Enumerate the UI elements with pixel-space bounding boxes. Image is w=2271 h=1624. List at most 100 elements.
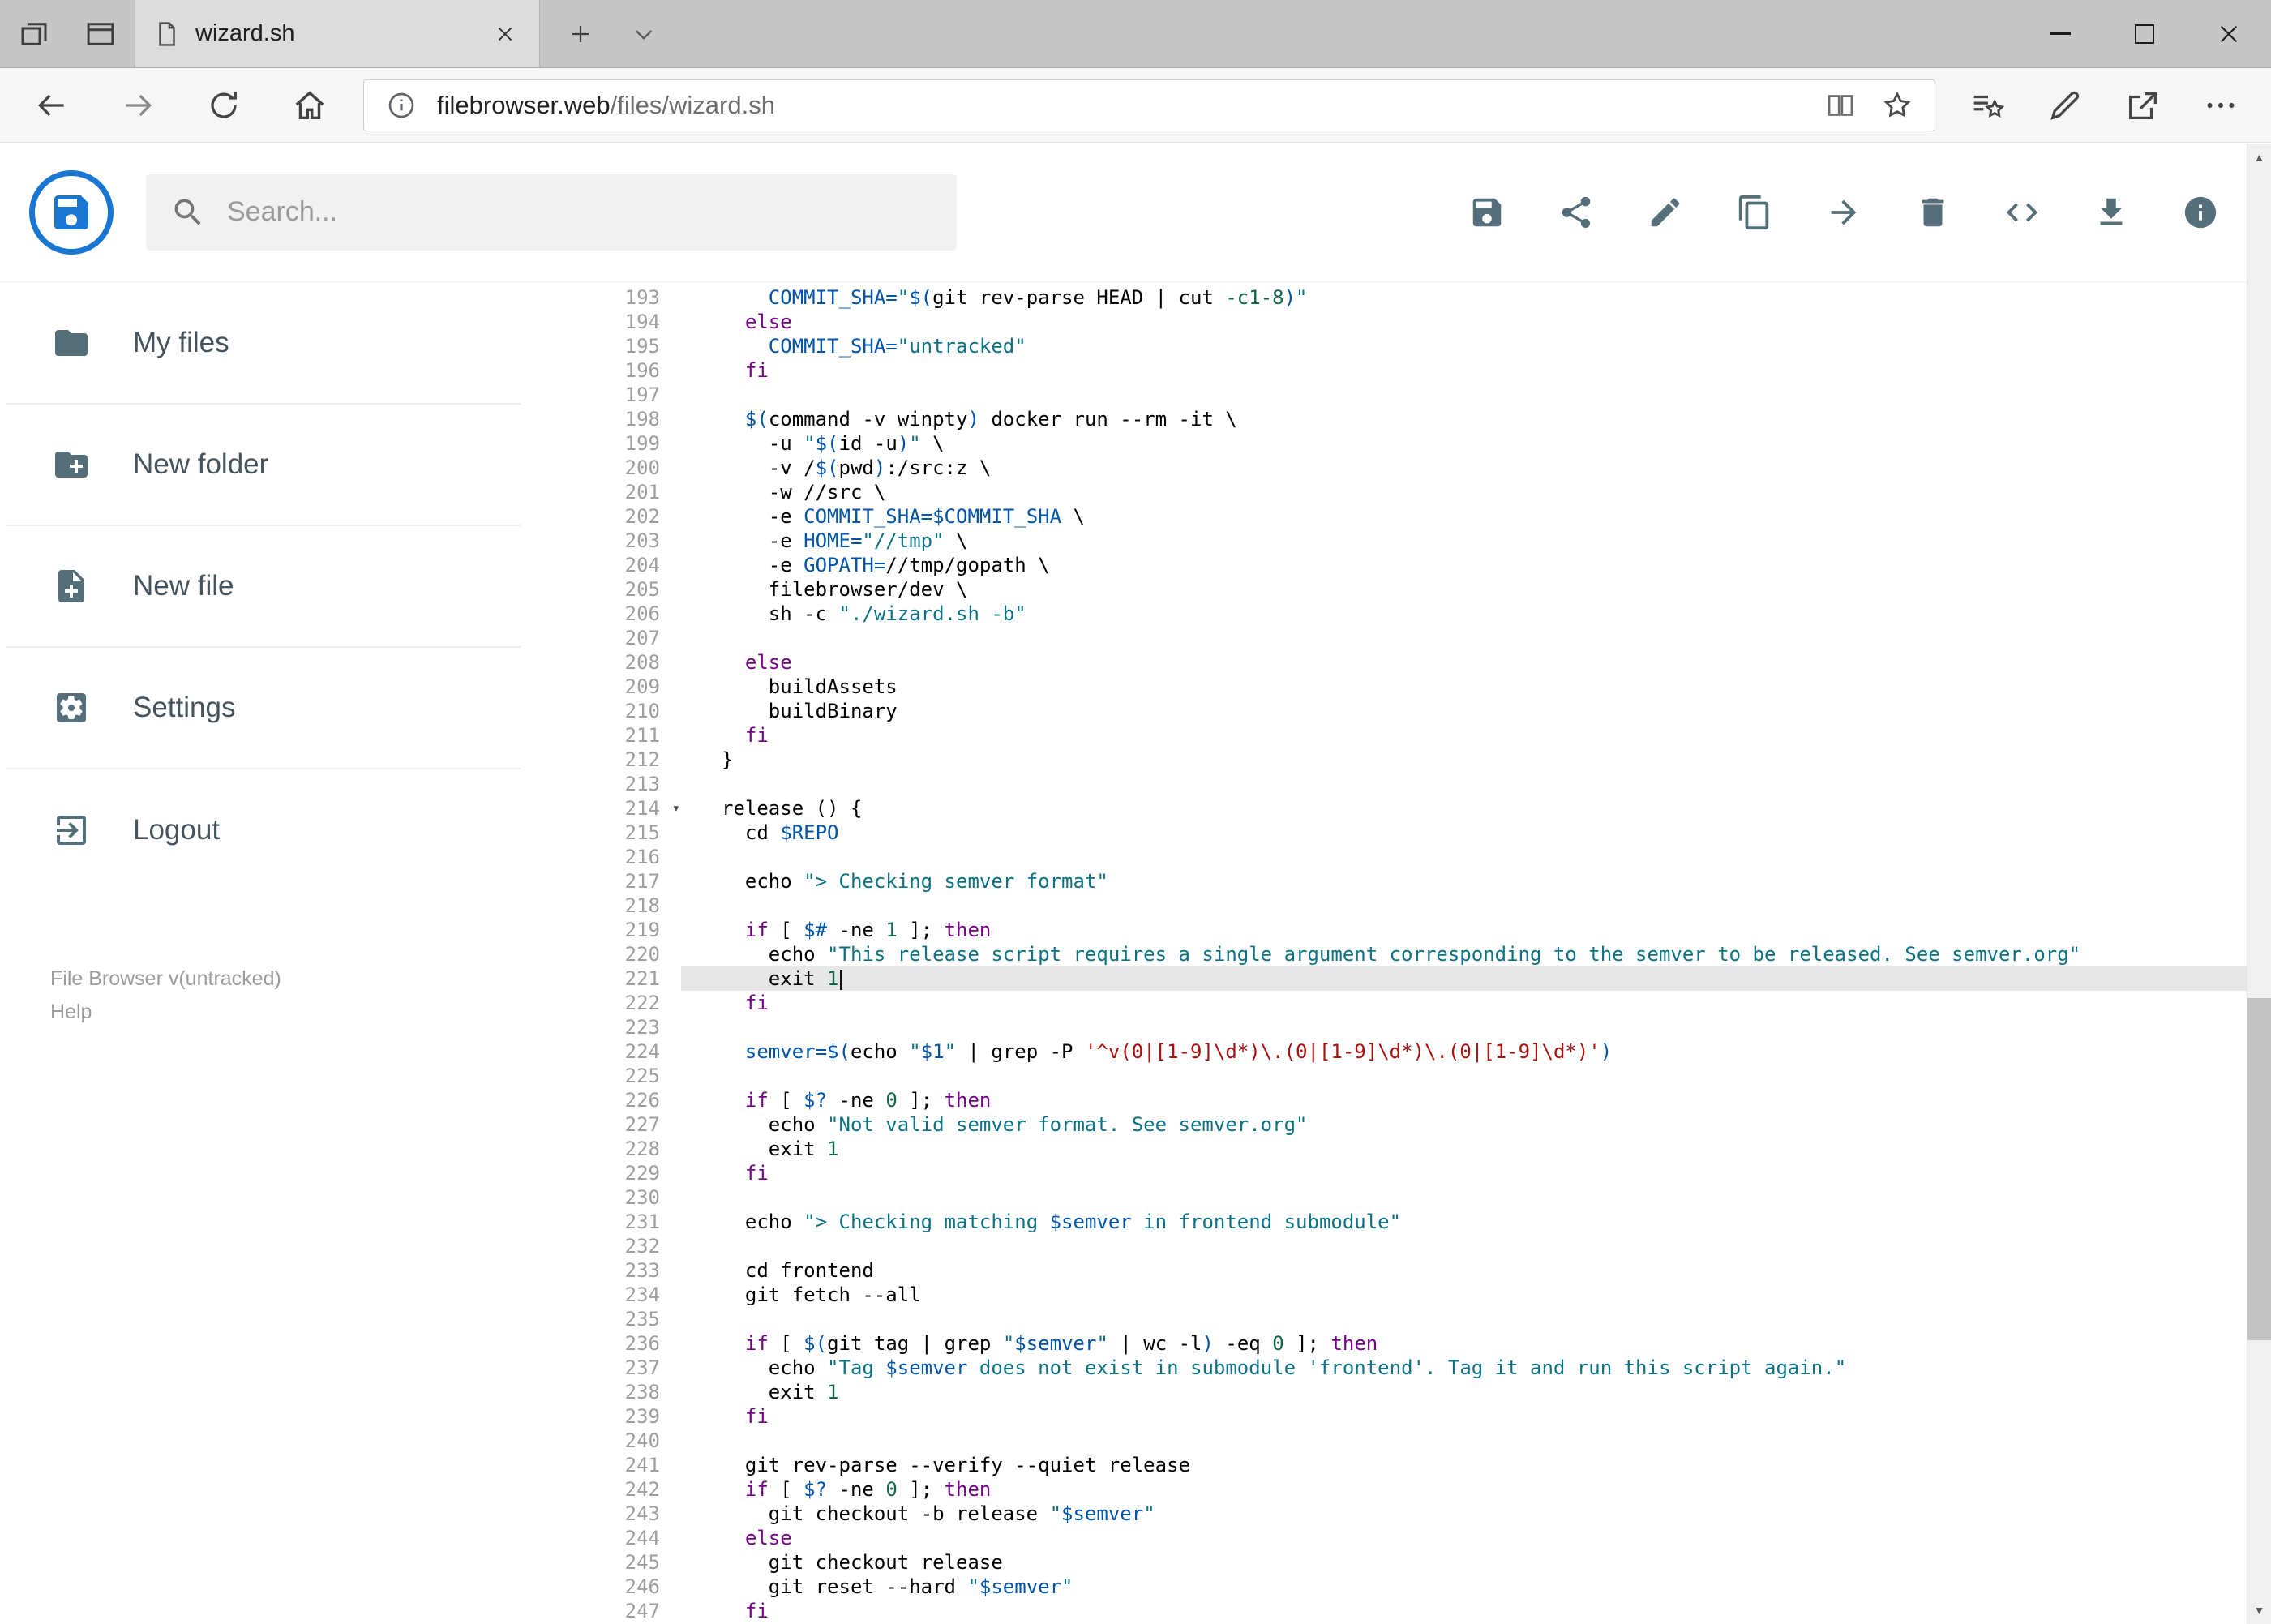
code-line[interactable]: 217 echo "> Checking semver format" <box>527 869 2271 893</box>
code-line[interactable]: 238 exit 1 <box>527 1380 2271 1404</box>
tab-list-button[interactable] <box>623 13 665 55</box>
code-line[interactable]: 195 COMMIT_SHA="untracked" <box>527 334 2271 358</box>
download-button[interactable] <box>2078 179 2145 246</box>
help-link[interactable]: Help <box>50 996 527 1029</box>
more-options-button[interactable] <box>2182 75 2260 135</box>
code-line[interactable]: 240 <box>527 1429 2271 1453</box>
code-line[interactable]: 203 -e HOME="//tmp" \ <box>527 529 2271 553</box>
code-line[interactable]: 197 <box>527 383 2271 407</box>
refresh-button[interactable] <box>183 75 264 135</box>
code-line[interactable]: 222 fi <box>527 991 2271 1015</box>
code-line[interactable]: 220 echo "This release script requires a… <box>527 942 2271 966</box>
sidebar-item-new-file[interactable]: New file <box>6 526 521 648</box>
home-button[interactable] <box>269 75 350 135</box>
code-line[interactable]: 234 git fetch --all <box>527 1283 2271 1307</box>
fold-arrow-icon[interactable]: ▾ <box>672 796 680 821</box>
save-button[interactable] <box>1454 179 1520 246</box>
code-line[interactable]: 221 exit 1 <box>527 966 2271 991</box>
code-line[interactable]: 236 if [ $(git tag | grep "$semver" | wc… <box>527 1331 2271 1356</box>
rename-button[interactable] <box>1632 179 1699 246</box>
code-line[interactable]: 208 else <box>527 650 2271 675</box>
code-line[interactable]: 212} <box>527 748 2271 772</box>
scroll-down-button[interactable]: ▼ <box>2247 1596 2271 1624</box>
code-line[interactable]: 196 fi <box>527 358 2271 383</box>
code-line[interactable]: 216 <box>527 845 2271 869</box>
code-line[interactable]: 230 <box>527 1185 2271 1210</box>
code-line[interactable]: 228 exit 1 <box>527 1137 2271 1161</box>
address-bar-input[interactable]: filebrowser.web/files/wizard.sh <box>363 79 1935 131</box>
code-line[interactable]: 232 <box>527 1234 2271 1258</box>
code-line[interactable]: 206 sh -c "./wizard.sh -b" <box>527 602 2271 626</box>
raw-code-button[interactable] <box>1989 179 2055 246</box>
code-line[interactable]: 201 -w //src \ <box>527 480 2271 504</box>
code-line[interactable]: 242 if [ $? -ne 0 ]; then <box>527 1477 2271 1502</box>
code-line[interactable]: 246 git reset --hard "$semver" <box>527 1575 2271 1599</box>
code-line[interactable]: 237 echo "Tag $semver does not exist in … <box>527 1356 2271 1380</box>
code-line[interactable]: 245 git checkout release <box>527 1550 2271 1575</box>
code-line[interactable]: 235 <box>527 1307 2271 1331</box>
code-line[interactable]: 225 <box>527 1064 2271 1088</box>
sidebar-item-settings[interactable]: Settings <box>6 648 521 769</box>
search-input[interactable] <box>227 196 932 228</box>
sidebar-item-logout[interactable]: Logout <box>6 769 521 891</box>
set-aside-tabs-button[interactable] <box>13 13 55 55</box>
scroll-up-button[interactable]: ▲ <box>2247 144 2271 171</box>
sidebar-item-new-folder[interactable]: New folder <box>6 405 521 526</box>
code-line[interactable]: 210 buildBinary <box>527 699 2271 723</box>
site-info-button[interactable] <box>380 84 422 126</box>
code-line[interactable]: 219 if [ $# -ne 1 ]; then <box>527 918 2271 942</box>
file-info-button[interactable] <box>2167 179 2234 246</box>
code-line[interactable]: 213 <box>527 772 2271 796</box>
code-line[interactable]: 224 semver=$(echo "$1" | grep -P '^v(0|[… <box>527 1039 2271 1064</box>
code-line[interactable]: 209 buildAssets <box>527 675 2271 699</box>
code-line[interactable]: 198 $(command -v winpty) docker run --rm… <box>527 407 2271 431</box>
code-line[interactable]: 193 COMMIT_SHA="$(git rev-parse HEAD | c… <box>527 285 2271 310</box>
code-editor[interactable]: 193 COMMIT_SHA="$(git rev-parse HEAD | c… <box>527 283 2271 1624</box>
code-line[interactable]: 218 <box>527 893 2271 918</box>
code-line[interactable]: 207 <box>527 626 2271 650</box>
code-line[interactable]: 229 fi <box>527 1161 2271 1185</box>
code-line[interactable]: 243 git checkout -b release "$semver" <box>527 1502 2271 1526</box>
hub-favorites-button[interactable] <box>1948 75 2026 135</box>
code-line[interactable]: 247 fi <box>527 1599 2271 1623</box>
code-line[interactable]: 233 cd frontend <box>527 1258 2271 1283</box>
code-line[interactable]: 241 git rev-parse --verify --quiet relea… <box>527 1453 2271 1477</box>
back-button[interactable] <box>11 75 92 135</box>
code-line[interactable]: 215 cd $REPO <box>527 821 2271 845</box>
move-button[interactable] <box>1810 179 1877 246</box>
code-line[interactable]: 194 else <box>527 310 2271 334</box>
code-line[interactable]: 205 filebrowser/dev \ <box>527 577 2271 602</box>
close-button[interactable] <box>2187 0 2271 67</box>
code-line[interactable]: 211 fi <box>527 723 2271 748</box>
new-tab-button[interactable] <box>559 13 602 55</box>
code-line[interactable]: 202 -e COMMIT_SHA=$COMMIT_SHA \ <box>527 504 2271 529</box>
filebrowser-logo[interactable] <box>29 169 114 255</box>
scrollbar-thumb[interactable] <box>2247 997 2271 1340</box>
scrollbar-track[interactable] <box>2247 171 2271 1596</box>
copy-button[interactable] <box>1721 179 1788 246</box>
browser-tab[interactable]: wizard.sh <box>135 0 540 67</box>
reading-view-button[interactable] <box>1819 84 1862 126</box>
code-line[interactable]: 223 <box>527 1015 2271 1039</box>
code-line[interactable]: 227 echo "Not valid semver format. See s… <box>527 1112 2271 1137</box>
share-file-button[interactable] <box>1543 179 1609 246</box>
delete-button[interactable] <box>1900 179 1966 246</box>
tab-preview-button[interactable] <box>79 13 122 55</box>
tab-close-icon[interactable] <box>489 18 521 50</box>
sidebar-item-my-files[interactable]: My files <box>6 283 521 405</box>
code-line[interactable]: 244 else <box>527 1526 2271 1550</box>
forward-button[interactable] <box>97 75 178 135</box>
minimize-button[interactable] <box>2018 0 2102 67</box>
code-line[interactable]: 226 if [ $? -ne 0 ]; then <box>527 1088 2271 1112</box>
code-line[interactable]: 199 -u "$(id -u)" \ <box>527 431 2271 456</box>
code-line[interactable]: 239 fi <box>527 1404 2271 1429</box>
maximize-button[interactable] <box>2102 0 2187 67</box>
web-note-button[interactable] <box>2026 75 2104 135</box>
favorite-star-button[interactable] <box>1876 84 1918 126</box>
code-line[interactable]: 204 -e GOPATH=//tmp/gopath \ <box>527 553 2271 577</box>
search-box[interactable] <box>146 174 957 251</box>
share-button[interactable] <box>2104 75 2182 135</box>
code-line[interactable]: 231 echo "> Checking matching $semver in… <box>527 1210 2271 1234</box>
code-line[interactable]: 214 ▾ release () { <box>527 796 2271 821</box>
code-line[interactable]: 200 -v /$(pwd):/src:z \ <box>527 456 2271 480</box>
